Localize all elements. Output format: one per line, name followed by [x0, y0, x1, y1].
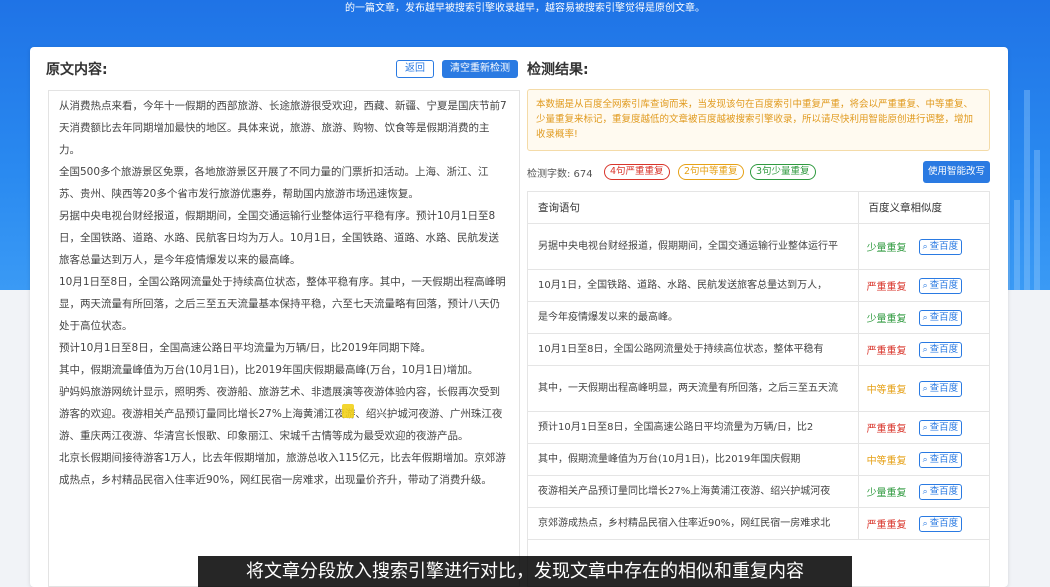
clear-recheck-button[interactable]: 清空重新检测	[442, 60, 518, 78]
duplicate-level: 中等重复	[866, 456, 907, 467]
medium-count-badge: 2句中等重复	[678, 164, 744, 180]
banner-text: 的一篇文章，发布越早被搜索引擎收录越早，越容易被搜索引擎觉得是原创文章。	[345, 3, 705, 14]
result-table: 查询语句 百度义章相似度 另据中央电视台财经报道，假期期间，全国交通运输行业整体…	[527, 191, 990, 587]
video-subtitle: 将文章分段放入搜索引擎进行对比，发现文章中存在的相似和重复内容	[198, 556, 852, 587]
word-count: 检测字数: 674	[527, 169, 593, 180]
check-baidu-label: 查百度	[929, 311, 959, 323]
similarity-cell: 中等重复 ⌕ 查百度	[859, 366, 989, 411]
query-cell: 其中，假期流量峰值为万台(10月1日)，比2019年国庆假期	[528, 444, 859, 475]
search-icon: ⌕	[922, 518, 928, 529]
query-cell: 夜游相关产品预订量同比增长27%上海黄浦江夜游、绍兴护城河夜	[528, 476, 859, 507]
similarity-cell: 少量重复 ⌕ 查百度	[859, 476, 989, 507]
duplicate-level: 严重重复	[866, 424, 907, 435]
mouse-cursor-icon	[342, 404, 354, 418]
query-cell: 10月1日，全国铁路、道路、水路、民航发送旅客总量达到万人，	[528, 270, 859, 301]
paragraph: 北京长假期间接待游客1万人，比去年假期增加，旅游总收入115亿元，比去年假期增加…	[59, 452, 506, 486]
query-cell: 是今年疫情爆发以来的最高峰。	[528, 302, 859, 333]
paragraph: 全国500多个旅游景区免票，各地旅游景区开展了不同力量的门票折扣活动。上海、浙江…	[59, 166, 489, 200]
query-cell: 京郊游成热点，乡村精品民宿入住率近90%，网红民宿一房难求北	[528, 508, 859, 539]
duplicate-level: 中等重复	[866, 385, 907, 396]
search-icon: ⌕	[922, 280, 928, 291]
table-row: 10月1日至8日，全国公路网流量处于持续高位状态，整体平稳有 严重重复 ⌕ 查百度	[528, 334, 989, 366]
search-icon: ⌕	[922, 454, 928, 465]
search-icon: ⌕	[922, 312, 928, 323]
check-baidu-button[interactable]: ⌕ 查百度	[918, 380, 963, 397]
query-cell: 预计10月1日至8日，全国高速公路日平均流量为万辆/日，比2	[528, 412, 859, 443]
table-header: 查询语句 百度义章相似度	[528, 192, 989, 224]
query-cell: 另据中央电视台财经报道，假期期间，全国交通运输行业整体运行平	[528, 224, 859, 269]
check-baidu-button[interactable]: ⌕ 查百度	[918, 483, 963, 500]
paragraph: 从消费热点来看，今年十一假期的西部旅游、长途旅游很受欢迎，西藏、新疆、宁夏是国庆…	[59, 100, 507, 156]
check-baidu-button[interactable]: ⌕ 查百度	[918, 341, 963, 358]
table-row: 京郊游成热点，乡村精品民宿入住率近90%，网红民宿一房难求北 严重重复 ⌕ 查百度	[528, 508, 989, 540]
paragraph: 其中，假期流量峰值为万台(10月1日)，比2019年国庆假期最高峰(万台，10月…	[59, 364, 479, 376]
duplicate-level: 严重重复	[866, 346, 907, 357]
column-header-query: 查询语句	[528, 192, 859, 223]
paragraph: 预计10月1日至8日，全国高速公路日平均流量为万辆/日，比2019年同期下降。	[59, 342, 431, 354]
severe-count-badge: 4句严重重复	[604, 164, 670, 180]
check-baidu-label: 查百度	[929, 279, 959, 291]
check-baidu-button[interactable]: ⌕ 查百度	[918, 309, 963, 326]
similarity-cell: 严重重复 ⌕ 查百度	[859, 508, 989, 539]
duplicate-level: 少量重复	[866, 488, 907, 499]
check-baidu-label: 查百度	[929, 485, 959, 497]
column-header-similarity: 百度义章相似度	[868, 202, 943, 214]
table-row: 另据中央电视台财经报道，假期期间，全国交通运输行业整体运行平 少量重复 ⌕ 查百度	[528, 224, 989, 270]
notice-box: 本数据是从百度全网索引库查询而来，当发现该句在百度索引中重复严重，将会以严重重复…	[527, 89, 990, 151]
table-row: 预计10月1日至8日，全国高速公路日平均流量为万辆/日，比2 严重重复 ⌕ 查百度	[528, 412, 989, 444]
check-baidu-label: 查百度	[929, 517, 959, 529]
check-baidu-label: 查百度	[929, 453, 959, 465]
similarity-cell: 严重重复 ⌕ 查百度	[859, 334, 989, 365]
table-row: 是今年疫情爆发以来的最高峰。 少量重复 ⌕ 查百度	[528, 302, 989, 334]
check-baidu-label: 查百度	[929, 421, 959, 433]
duplicate-level: 严重重复	[866, 520, 907, 531]
table-row: 10月1日，全国铁路、道路、水路、民航发送旅客总量达到万人， 严重重复 ⌕ 查百度	[528, 270, 989, 302]
paragraph: 驴妈妈旅游网统计显示，照明秀、夜游船、旅游艺术、非遗展演等夜游体验内容，长假再次…	[59, 386, 503, 442]
similarity-cell: 少量重复 ⌕ 查百度	[859, 224, 989, 269]
search-icon: ⌕	[922, 486, 928, 497]
search-icon: ⌕	[922, 241, 928, 252]
check-baidu-button[interactable]: ⌕ 查百度	[918, 451, 963, 468]
minor-count-badge: 3句少量重复	[750, 164, 816, 180]
table-row: 其中，一天假期出程高峰明显，两天流量有所回落，之后三至五天流 中等重复 ⌕ 查百度	[528, 366, 989, 412]
search-icon: ⌕	[922, 422, 928, 433]
check-baidu-button[interactable]: ⌕ 查百度	[918, 238, 963, 255]
original-text-area[interactable]: 从消费热点来看，今年十一假期的西部旅游、长途旅游很受欢迎，西藏、新疆、宁夏是国庆…	[48, 90, 520, 587]
search-icon: ⌕	[922, 383, 928, 394]
smart-rewrite-button[interactable]: 使用智能改写	[923, 161, 990, 183]
check-baidu-label: 查百度	[929, 382, 959, 394]
duplicate-level: 少量重复	[866, 243, 907, 254]
check-baidu-button[interactable]: ⌕ 查百度	[918, 419, 963, 436]
table-body: 另据中央电视台财经报道，假期期间，全国交通运输行业整体运行平 少量重复 ⌕ 查百度 10…	[528, 224, 989, 540]
original-content-title: 原文内容:	[46, 62, 108, 78]
back-button[interactable]: 返回	[396, 60, 434, 78]
paragraph: 另据中央电视台财经报道，假期期间，全国交通运输行业整体运行平稳有序。预计10月1…	[59, 210, 500, 266]
search-icon: ⌕	[922, 344, 928, 355]
query-cell: 10月1日至8日，全国公路网流量处于持续高位状态，整体平稳有	[528, 334, 859, 365]
similarity-cell: 中等重复 ⌕ 查百度	[859, 444, 989, 475]
check-baidu-label: 查百度	[929, 240, 959, 252]
paragraph: 10月1日至8日，全国公路网流量处于持续高位状态，整体平稳有序。其中，一天假期出…	[59, 276, 506, 332]
duplicate-level: 严重重复	[866, 282, 907, 293]
table-row: 其中，假期流量峰值为万台(10月1日)，比2019年国庆假期 中等重复 ⌕ 查百度	[528, 444, 989, 476]
check-baidu-button[interactable]: ⌕ 查百度	[918, 515, 963, 532]
detection-card: 原文内容: 返回 清空重新检测 从消费热点来看，今年十一假期的西部旅游、长途旅游…	[30, 47, 1008, 587]
query-cell: 其中，一天假期出程高峰明显，两天流量有所回落，之后三至五天流	[528, 366, 859, 411]
stats-row: 检测字数: 674 4句严重重复 2句中等重复 3句少量重复 使用智能改写	[527, 161, 992, 183]
similarity-cell: 严重重复 ⌕ 查百度	[859, 270, 989, 301]
similarity-cell: 少量重复 ⌕ 查百度	[859, 302, 989, 333]
result-title: 检测结果:	[527, 62, 589, 78]
similarity-cell: 严重重复 ⌕ 查百度	[859, 412, 989, 443]
check-baidu-label: 查百度	[929, 343, 959, 355]
check-baidu-button[interactable]: ⌕ 查百度	[918, 277, 963, 294]
duplicate-level: 少量重复	[866, 314, 907, 325]
table-row: 夜游相关产品预订量同比增长27%上海黄浦江夜游、绍兴护城河夜 少量重复 ⌕ 查百度	[528, 476, 989, 508]
